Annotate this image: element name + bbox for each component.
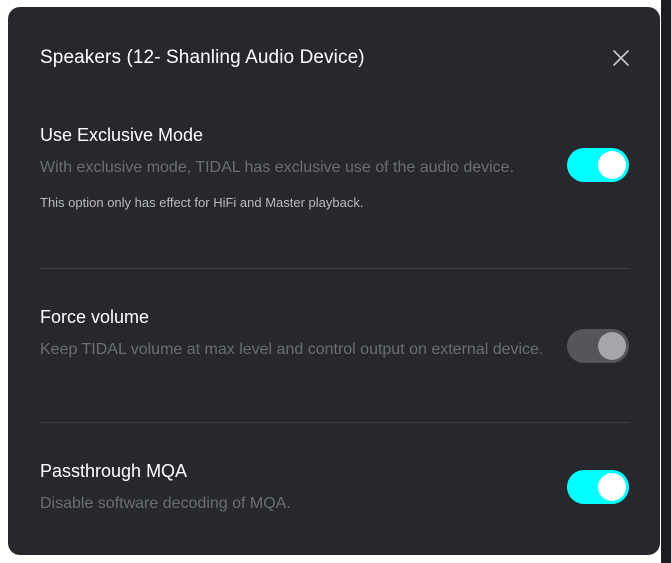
force-volume-toggle[interactable] [567, 329, 629, 363]
divider [40, 268, 630, 269]
passthrough-mqa-toggle[interactable] [567, 470, 629, 504]
audio-device-settings-dialog: Speakers (12- Shanling Audio Device) Use… [8, 7, 660, 555]
toggle-knob [598, 151, 626, 179]
divider [40, 422, 630, 423]
setting-description: Disable software decoding of MQA. [40, 495, 291, 512]
dialog-title: Speakers (12- Shanling Audio Device) [40, 47, 365, 68]
setting-description: With exclusive mode, TIDAL has exclusive… [40, 159, 515, 176]
dialog-header: Speakers (12- Shanling Audio Device) [40, 43, 632, 73]
setting-description: Keep TIDAL volume at max level and contr… [40, 341, 544, 358]
setting-title: Force volume [40, 307, 150, 327]
setting-passthrough-mqa: Passthrough MQA Disable software decodin… [40, 461, 630, 517]
setting-title: Use Exclusive Mode [40, 125, 204, 145]
toggle-knob [598, 473, 626, 501]
close-button[interactable] [608, 45, 634, 71]
toggle-knob [598, 332, 626, 360]
setting-title: Passthrough MQA [40, 461, 188, 481]
setting-note: This option only has effect for HiFi and… [40, 195, 364, 210]
backdrop-window-edge [661, 0, 671, 563]
setting-exclusive-mode: Use Exclusive Mode With exclusive mode, … [40, 125, 630, 210]
setting-force-volume: Force volume Keep TIDAL volume at max le… [40, 307, 630, 363]
close-icon [613, 50, 629, 66]
exclusive-mode-toggle[interactable] [567, 148, 629, 182]
